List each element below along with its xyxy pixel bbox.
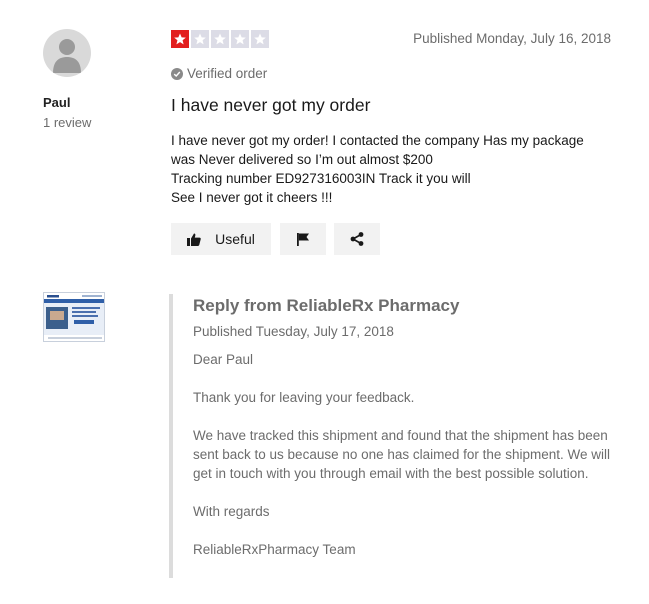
star-icon (191, 30, 209, 48)
star-icon (211, 30, 229, 48)
review-body-line: I have never got my order! I contacted t… (171, 133, 584, 148)
company-logo-thumbnail[interactable] (43, 292, 105, 342)
review-body: I have never got my order! I contacted t… (171, 131, 611, 207)
reply-paragraph: Thank you for leaving your feedback. (193, 390, 415, 405)
review-published-date: Published Monday, July 16, 2018 (413, 31, 611, 46)
verified-label: Verified order (187, 66, 268, 81)
reply-paragraph: ReliableRxPharmacy Team (193, 542, 356, 557)
reply-body: Dear Paul Thank you for leaving your feed… (193, 350, 613, 559)
star-icon (231, 30, 249, 48)
user-silhouette-icon (53, 39, 81, 73)
reviewer-review-count: 1 review (43, 115, 92, 130)
reply-paragraph: With regards (193, 504, 270, 519)
star-icon (171, 30, 189, 48)
reply-paragraph: Dear Paul (193, 352, 254, 367)
flag-icon (297, 232, 309, 246)
reviewer-name[interactable]: Paul (43, 95, 70, 110)
share-icon (350, 232, 364, 246)
review-title[interactable]: I have never got my order (171, 95, 370, 116)
review-body-line: Tracking number ED927316003IN Track it y… (171, 171, 471, 186)
reply-title: Reply from ReliableRx Pharmacy (193, 296, 460, 315)
checkmark-icon (171, 67, 183, 80)
website-screenshot-icon (44, 293, 104, 341)
thumbs-up-icon (187, 233, 201, 246)
star-icon (251, 30, 269, 48)
share-button[interactable] (334, 223, 380, 255)
reply-accent-bar (169, 294, 173, 578)
review-body-line: See I never got it cheers !!! (171, 190, 333, 205)
star-rating (171, 30, 269, 48)
flag-button[interactable] (280, 223, 326, 255)
useful-label: Useful (215, 231, 255, 247)
reply-paragraph: We have tracked this shipment and found … (193, 428, 610, 481)
review-body-line: was Never delivered so I’m out almost $2… (171, 152, 433, 167)
verified-order-badge: Verified order (171, 66, 267, 81)
reviewer-avatar[interactable] (43, 29, 91, 77)
reply-published-date: Published Tuesday, July 17, 2018 (193, 324, 394, 339)
useful-button[interactable]: Useful (171, 223, 271, 255)
